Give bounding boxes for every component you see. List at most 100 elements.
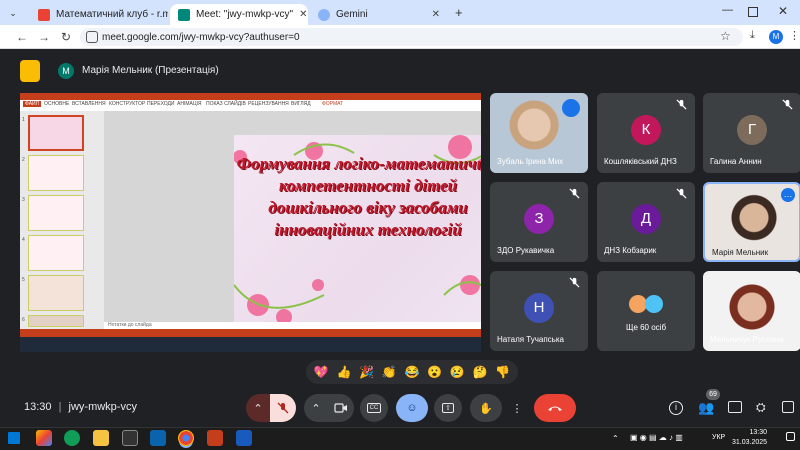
reaction-thumbs-up[interactable]: 👍: [337, 365, 352, 379]
close-icon[interactable]: ✕: [432, 9, 440, 20]
reaction-party[interactable]: 🎉: [359, 365, 374, 379]
reaction-thinking[interactable]: 🤔: [472, 365, 487, 379]
mic-off-icon: [277, 402, 289, 414]
powerpoint-icon[interactable]: [207, 430, 223, 446]
present-icon: ⇧: [442, 403, 454, 413]
notifications-icon[interactable]: [786, 432, 795, 441]
slide-number: 5: [22, 277, 25, 283]
download-icon[interactable]: ⤓: [750, 29, 755, 42]
mic-off-icon: [782, 99, 793, 110]
participant-tile[interactable]: К Кошляківський ДНЗ: [597, 93, 695, 173]
slide-notes[interactable]: Нотатки до слайда: [104, 322, 481, 329]
browser-menu-icon[interactable]: ⋮: [789, 29, 800, 42]
file-explorer-icon[interactable]: [93, 430, 109, 446]
gemini-icon: [318, 8, 330, 21]
speaking-indicator-icon: [562, 99, 580, 117]
more-options-icon[interactable]: …: [781, 188, 795, 202]
emoji-icon: ☺: [406, 402, 418, 414]
slide-number: 1: [22, 117, 25, 123]
slide-thumbnail[interactable]: [28, 315, 84, 327]
slide-thumbnail[interactable]: [28, 275, 84, 311]
more-options-button[interactable]: ⋮: [506, 394, 528, 422]
captions-button[interactable]: CC: [360, 394, 388, 422]
video-options-button[interactable]: ⌃: [304, 394, 328, 422]
browser-tab-meet[interactable]: Meet: "jwy-mwkp-vcy" ✕: [170, 4, 308, 25]
participant-tile[interactable]: Зубаль Ірина Мих: [490, 93, 588, 173]
windows-start-icon[interactable]: [8, 432, 20, 444]
participant-avatar: Д: [631, 204, 661, 234]
minimize-icon[interactable]: —: [722, 4, 733, 16]
address-bar[interactable]: meet.google.com/jwy-mwkp-vcy?authuser=0: [80, 28, 743, 46]
maximize-icon[interactable]: [748, 7, 758, 17]
slide-thumbnail[interactable]: [28, 115, 84, 151]
more-vert-icon: ⋮: [511, 402, 523, 415]
participant-name: Наталя Тучапська: [497, 335, 564, 344]
tray-overflow-icon[interactable]: ⌃: [612, 434, 619, 443]
outlook-icon[interactable]: [150, 430, 166, 446]
reaction-thumbs-down[interactable]: 👎: [495, 365, 510, 379]
reaction-clap[interactable]: 👏: [382, 365, 397, 379]
host-controls-icon[interactable]: [782, 401, 794, 413]
browser-tab-math-club[interactable]: Математичний клуб - r.melny ✕: [30, 4, 168, 25]
copilot-icon[interactable]: [36, 430, 52, 446]
presenter-avatar: M: [58, 63, 74, 79]
participant-avatar: Н: [524, 293, 554, 323]
participant-tile[interactable]: Д ДНЗ Кобзарик: [597, 182, 695, 262]
stop-presenting-icon[interactable]: [20, 60, 40, 82]
participant-tile[interactable]: Г Галина Аннин: [703, 93, 800, 173]
tab-search-icon[interactable]: ⌄: [6, 6, 20, 20]
participant-tile[interactable]: Мельничук Руслана: [703, 271, 800, 351]
profile-avatar[interactable]: M: [769, 30, 783, 44]
hand-icon: ✋: [479, 402, 493, 415]
activities-icon[interactable]: ⛭: [756, 400, 766, 415]
participant-name: ЗДО Рукавичка: [497, 246, 555, 255]
mic-off-icon: [676, 188, 687, 199]
participant-name: ДНЗ Кобзарик: [604, 246, 657, 255]
current-slide[interactable]: Формування логіко-математичної компетент…: [234, 135, 481, 335]
new-tab-icon[interactable]: +: [455, 5, 463, 20]
site-info-icon[interactable]: [86, 31, 98, 43]
word-icon[interactable]: [236, 430, 252, 446]
tray-icons[interactable]: ▣ ◉ ▤ ☁ ♪ ▥: [630, 433, 683, 442]
raise-hand-button[interactable]: ✋: [470, 394, 502, 422]
more-participants-tile[interactable]: Ще 60 осіб: [597, 271, 695, 351]
participant-tile[interactable]: З ЗДО Рукавичка: [490, 182, 588, 262]
reactions-button[interactable]: ☺: [396, 394, 428, 422]
reaction-sad[interactable]: 😢: [450, 365, 465, 379]
slide-title: Формування логіко-математичної компетент…: [236, 154, 481, 239]
participant-name: Кошляківський ДНЗ: [604, 157, 677, 166]
store-icon[interactable]: [122, 430, 138, 446]
meeting-time: 13:30: [24, 401, 52, 413]
browser-tab-gemini[interactable]: Gemini ✕: [310, 4, 448, 25]
participant-tile-self[interactable]: … Марія Мельник: [703, 182, 800, 262]
tab-title: Meet: "jwy-mwkp-vcy": [196, 9, 294, 20]
leave-call-button[interactable]: [534, 394, 576, 422]
reaction-heart[interactable]: 💖: [314, 365, 329, 379]
chrome-icon[interactable]: [178, 430, 194, 446]
bookmark-star-icon[interactable]: ☆: [720, 29, 731, 43]
info-icon[interactable]: i: [669, 401, 683, 415]
slide-thumbnail[interactable]: [28, 195, 84, 231]
participant-tile[interactable]: Н Наталя Тучапська: [490, 271, 588, 351]
reaction-surprised[interactable]: 😮: [427, 365, 442, 379]
reload-icon[interactable]: ↻: [58, 29, 74, 45]
chevron-up-icon: ⌃: [311, 402, 321, 415]
slide-number: 2: [22, 157, 25, 163]
taskbar-clock[interactable]: 13:30 31.03.2025: [732, 428, 767, 448]
audio-options-button[interactable]: ⌃: [246, 394, 270, 422]
slide-thumbnail[interactable]: [28, 235, 84, 271]
forward-icon[interactable]: →: [36, 29, 52, 45]
input-language[interactable]: УКР: [712, 434, 725, 441]
present-screen-button[interactable]: ⇧: [434, 394, 462, 422]
close-icon[interactable]: ✕: [299, 9, 307, 20]
close-window-icon[interactable]: ✕: [778, 4, 788, 18]
participant-name: Мельничук Руслана: [710, 335, 784, 344]
chat-icon[interactable]: [728, 401, 742, 413]
edge-icon[interactable]: [64, 430, 80, 446]
slide-thumbnail[interactable]: [28, 155, 84, 191]
meeting-info: 13:30 | jwy-mwkp-vcy: [24, 401, 137, 413]
back-icon[interactable]: ←: [14, 29, 30, 45]
reaction-laugh[interactable]: 😂: [404, 365, 419, 379]
ppt-tab: ПЕРЕХОДИ: [147, 101, 175, 107]
people-icon[interactable]: 👥: [698, 400, 714, 416]
